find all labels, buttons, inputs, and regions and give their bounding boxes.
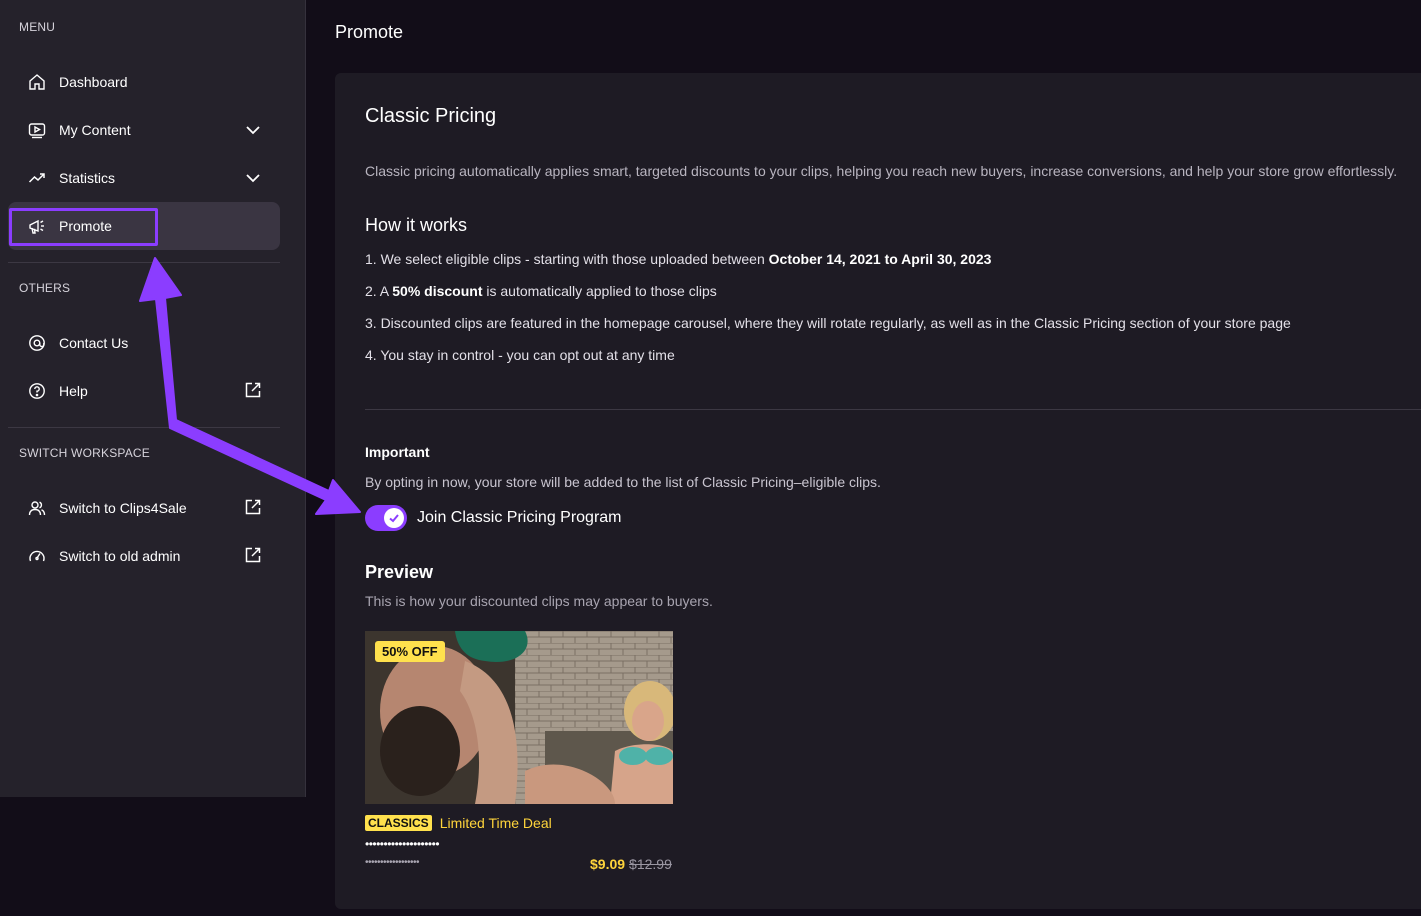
- sale-price: $9.09: [590, 856, 626, 872]
- sidebar-item-my-content[interactable]: My Content: [8, 106, 280, 154]
- sidebar-divider: [8, 427, 280, 428]
- card-title: Classic Pricing: [365, 105, 497, 127]
- trend-icon: [27, 168, 47, 188]
- clip-studio-masked[interactable]: ••••••••••••••••••: [365, 857, 420, 868]
- page-title: Promote: [335, 22, 404, 42]
- sidebar: MENU Dashboard My Content Statistics Pro…: [0, 0, 306, 797]
- preview-heading: Preview: [365, 562, 434, 582]
- workspace-section-label: SWITCH WORKSPACE: [19, 446, 150, 460]
- check-icon: [389, 514, 399, 523]
- deal-label: Limited Time Deal: [439, 815, 552, 831]
- classics-tag: CLASSICS: [365, 815, 432, 831]
- section-divider: [365, 409, 1421, 410]
- step-item: 1. We select eligible clips - starting w…: [365, 251, 992, 267]
- step-item: 3. Discounted clips are featured in the …: [365, 315, 1291, 331]
- sidebar-item-label: Statistics: [59, 170, 116, 186]
- video-icon: [27, 120, 47, 140]
- clip-meta-row: CLASSICS Limited Time Deal: [365, 815, 552, 831]
- external-link-icon[interactable]: [244, 381, 262, 399]
- external-link-icon[interactable]: [244, 546, 262, 564]
- toggle-label[interactable]: Join Classic Pricing Program: [417, 509, 622, 527]
- how-it-works-heading: How it works: [365, 215, 468, 235]
- help-icon: [27, 381, 47, 401]
- clip-thumbnail[interactable]: 50% OFF: [365, 631, 673, 804]
- others-section-label: OTHERS: [19, 281, 71, 295]
- gauge-icon: [27, 546, 47, 566]
- steps-list: 1. We select eligible clips - starting w…: [365, 251, 1291, 379]
- important-heading: Important: [365, 444, 430, 460]
- original-price: $12.99: [629, 856, 672, 872]
- sidebar-item-help[interactable]: Help: [8, 367, 280, 415]
- sidebar-item-label: My Content: [59, 122, 131, 138]
- at-icon: [27, 333, 47, 353]
- sidebar-item-switch-old-admin[interactable]: Switch to old admin: [8, 532, 280, 580]
- step-item: 4. You stay in control - you can opt out…: [365, 347, 675, 363]
- clip-title-masked[interactable]: ••••••••••••••••••••: [365, 837, 440, 851]
- sidebar-item-dashboard[interactable]: Dashboard: [8, 58, 280, 106]
- preview-subtitle: This is how your discounted clips may ap…: [365, 593, 713, 609]
- card-description: Classic pricing automatically applies sm…: [365, 163, 1398, 179]
- discount-badge: 50% OFF: [375, 641, 445, 662]
- step-item: 2. A 50% discount is automatically appli…: [365, 283, 717, 299]
- sidebar-item-label: Switch to old admin: [59, 548, 181, 564]
- chevron-down-icon[interactable]: [244, 169, 262, 187]
- sidebar-item-statistics[interactable]: Statistics: [8, 154, 280, 202]
- sidebar-divider: [8, 262, 280, 263]
- classic-pricing-card: Classic Pricing Classic pricing automati…: [335, 73, 1421, 909]
- clip-price: $9.09 $12.99: [590, 856, 672, 872]
- sidebar-item-contact-us[interactable]: Contact Us: [8, 319, 280, 367]
- external-link-icon[interactable]: [244, 498, 262, 516]
- chevron-down-icon[interactable]: [244, 121, 262, 139]
- promote-highlight-box: [9, 208, 158, 246]
- toggle-knob: [384, 508, 404, 528]
- menu-section-label: MENU: [19, 20, 56, 34]
- users-icon: [27, 498, 47, 518]
- sidebar-item-switch-clips4sale[interactable]: Switch to Clips4Sale: [8, 484, 280, 532]
- join-program-toggle[interactable]: [365, 505, 407, 531]
- home-icon: [27, 72, 47, 92]
- sidebar-item-label: Dashboard: [59, 74, 128, 90]
- important-text: By opting in now, your store will be add…: [365, 474, 881, 490]
- sidebar-item-label: Contact Us: [59, 335, 129, 351]
- sidebar-item-label: Switch to Clips4Sale: [59, 500, 187, 516]
- sidebar-item-label: Help: [59, 383, 88, 399]
